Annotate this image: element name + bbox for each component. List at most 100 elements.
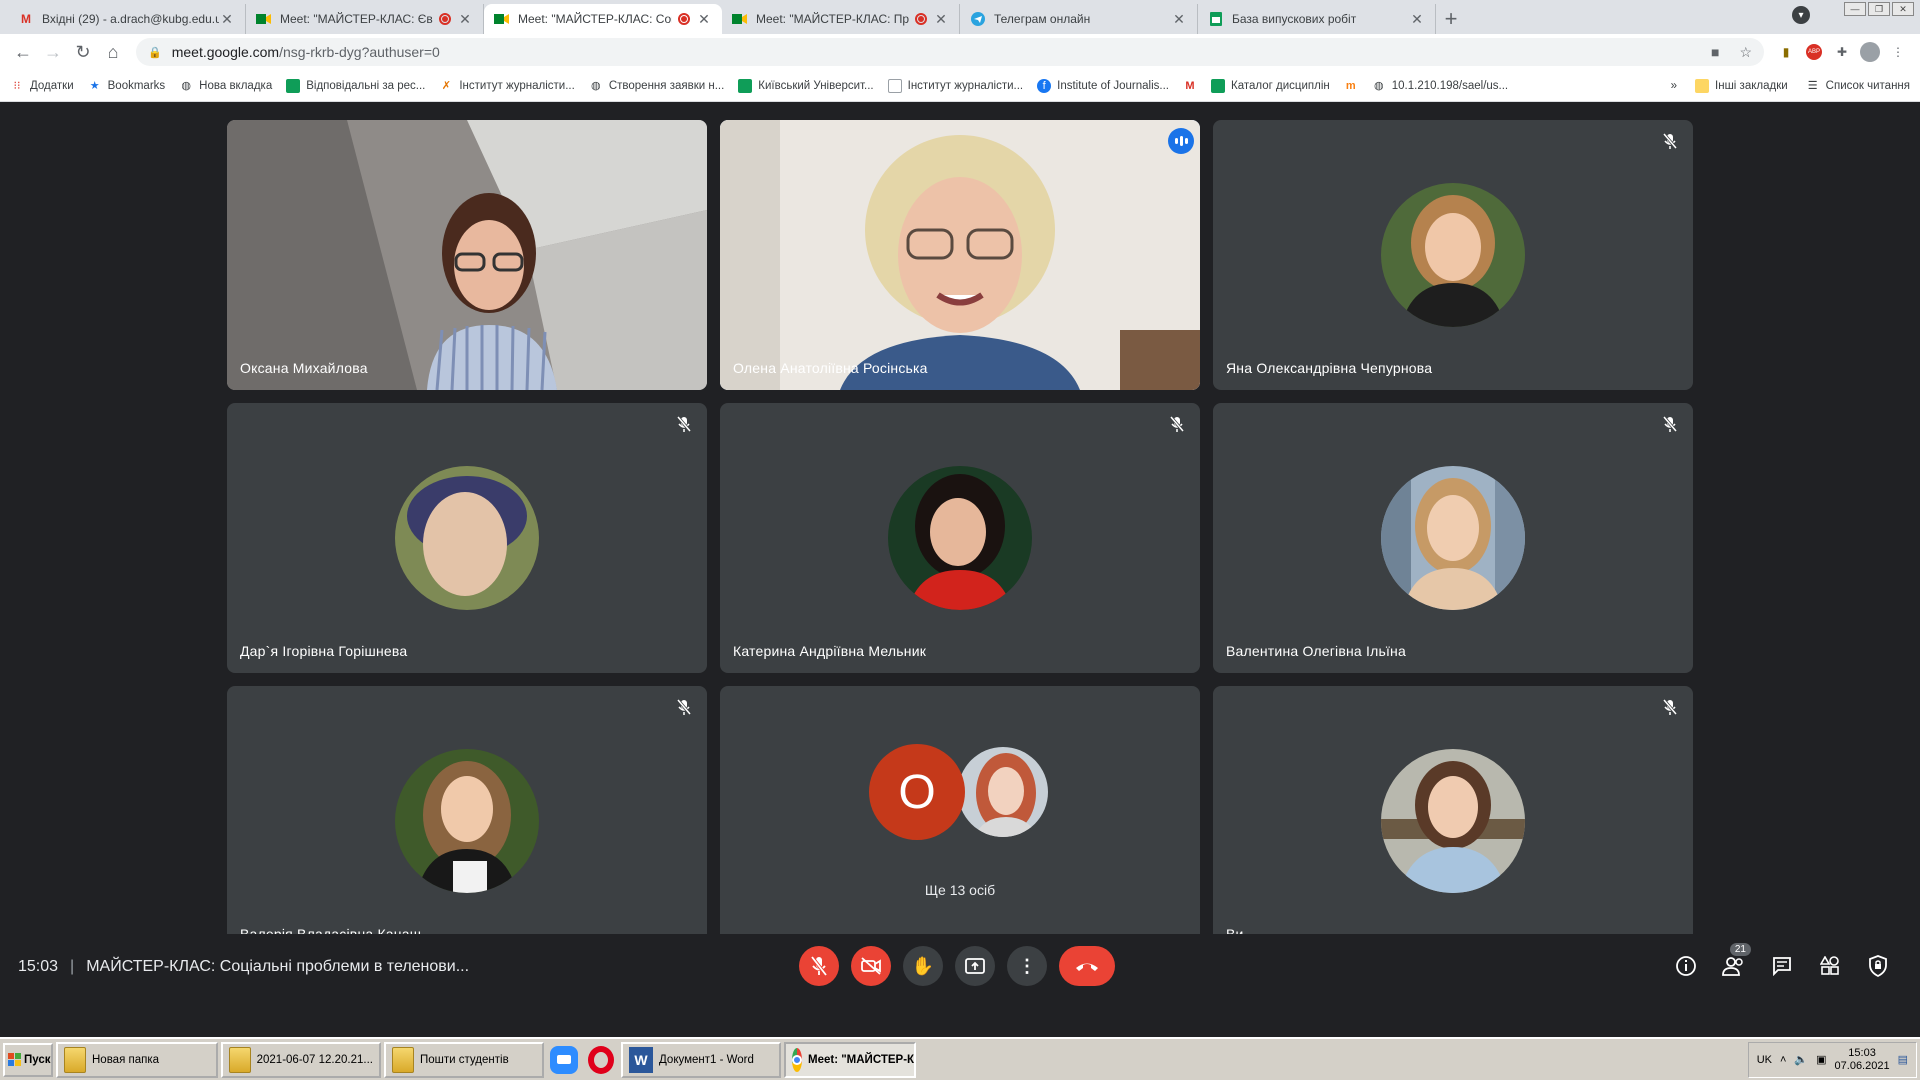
taskbar-item[interactable]: W Документ1 - Word: [621, 1041, 781, 1078]
mic-toggle-button[interactable]: [799, 946, 839, 986]
tab-gmail[interactable]: M Вхідні (29) - a.drach@kubg.edu.ua ✕: [8, 4, 246, 34]
bookmark-star-icon[interactable]: ☆: [1739, 44, 1752, 61]
other-bookmarks[interactable]: Інші закладки: [1695, 78, 1788, 93]
bookmark-institute-1[interactable]: ✗ Інститут журналісти...: [439, 79, 575, 93]
participant-tile[interactable]: Дар`я Ігорівна Горішнева: [227, 403, 707, 673]
more-options-button[interactable]: ⋮: [1007, 946, 1047, 986]
raise-hand-button[interactable]: ✋: [903, 946, 943, 986]
close-icon[interactable]: ✕: [1171, 11, 1187, 28]
clock[interactable]: 15:03 07.06.2021: [1835, 1047, 1890, 1073]
sheets-icon: [1211, 78, 1225, 93]
tab-meet-2[interactable]: Meet: "МАЙСТЕР-КЛАС: Соціа ✕: [484, 4, 722, 34]
reload-button[interactable]: ↻: [68, 37, 98, 67]
divider: |: [70, 958, 75, 975]
zoom-icon[interactable]: [547, 1043, 581, 1077]
folder-icon: [64, 1046, 86, 1073]
mic-off-icon: [1166, 413, 1188, 435]
bookmark-facebook[interactable]: f Institute of Journalis...: [1037, 78, 1169, 93]
participants-count-badge: 21: [1729, 943, 1751, 956]
minimize-button[interactable]: —: [1844, 2, 1866, 16]
participant-avatar: [1381, 183, 1525, 327]
bookmark-gmail[interactable]: M: [1183, 79, 1197, 93]
close-icon[interactable]: ✕: [219, 11, 235, 28]
close-icon[interactable]: ✕: [1409, 11, 1425, 28]
taskbar-item-active[interactable]: Meet: "МАЙСТЕР-К...: [784, 1041, 916, 1078]
back-button[interactable]: ←: [8, 37, 38, 67]
host-controls-button[interactable]: [1864, 952, 1892, 980]
shield-lock-icon: [1869, 955, 1887, 977]
clock-time: 15:03: [1848, 1046, 1876, 1059]
lock-icon[interactable]: 🔒: [148, 46, 162, 59]
facebook-icon: f: [1037, 78, 1052, 93]
language-indicator[interactable]: UK: [1757, 1054, 1772, 1066]
tab-telegram[interactable]: Телеграм онлайн ✕: [960, 4, 1198, 34]
participant-tile[interactable]: Катерина Андріївна Мельник: [720, 403, 1200, 673]
home-button[interactable]: ⌂: [98, 37, 128, 67]
new-tab-button[interactable]: +: [1436, 4, 1466, 34]
participants-button[interactable]: 21: [1720, 943, 1751, 980]
bookmark-catalog[interactable]: Каталог дисциплін: [1211, 78, 1330, 93]
mic-off-icon: [673, 413, 695, 435]
menu-kebab-icon[interactable]: ⋮: [1884, 38, 1912, 66]
network-icon[interactable]: ▣: [1816, 1053, 1826, 1066]
bookmark-kyiv-university[interactable]: Київський Університ...: [738, 78, 874, 93]
meeting-details-button[interactable]: [1672, 952, 1700, 980]
close-icon[interactable]: ✕: [933, 11, 949, 28]
gmail-icon: M: [1185, 79, 1195, 92]
present-button[interactable]: [955, 946, 995, 986]
close-icon[interactable]: ✕: [696, 11, 712, 28]
toolbar: ← → ↻ ⌂ 🔒 meet.google.com/nsg-rkrb-dyg?a…: [0, 34, 1920, 70]
tab-meet-3[interactable]: Meet: "МАЙСТЕР-КЛАС: Проє ✕: [722, 4, 960, 34]
bookmark-create-request[interactable]: ◍ Створення заявки н...: [589, 79, 724, 93]
tab-title: Вхідні (29) - a.drach@kubg.edu.ua: [42, 12, 219, 26]
participant-tile[interactable]: Валентина Олегівна Ільїна: [1213, 403, 1693, 673]
show-desktop-icon[interactable]: ▤: [1898, 1053, 1908, 1066]
tray-expand-icon[interactable]: ˄: [1780, 1054, 1786, 1066]
restore-button[interactable]: ❐: [1868, 2, 1890, 16]
participant-tile[interactable]: Оксана Михайлова: [227, 120, 707, 390]
meet-icon: [494, 11, 510, 27]
people-icon: [1722, 957, 1743, 976]
bookmark-new-tab[interactable]: ◍ Нова вкладка: [179, 79, 272, 93]
reading-list[interactable]: ☰ Список читання: [1806, 79, 1910, 93]
mic-off-icon: [673, 696, 695, 718]
participant-tile-active-speaker[interactable]: Олена Анатоліївна Росінська: [720, 120, 1200, 390]
bookmark-institute-2[interactable]: Інститут журналісти...: [887, 78, 1023, 93]
adblock-icon[interactable]: ABP: [1800, 38, 1828, 66]
taskbar-item[interactable]: Пошти студентів: [384, 1041, 544, 1078]
bookmarks-overflow-button[interactable]: »: [1671, 80, 1677, 92]
bookmark-moodle[interactable]: m: [1344, 79, 1358, 93]
participant-tile[interactable]: Яна Олександрівна Чепурнова: [1213, 120, 1693, 390]
bookmark-ip[interactable]: ◍ 10.1.210.198/sael/us...: [1372, 79, 1508, 93]
tab-meet-1[interactable]: Meet: "МАЙСТЕР-КЛАС: Європ ✕: [246, 4, 484, 34]
camera-off-icon: [861, 957, 881, 975]
tab-search-icon[interactable]: ▾: [1792, 6, 1810, 24]
opera-icon[interactable]: [584, 1043, 618, 1077]
leave-call-button[interactable]: [1059, 946, 1115, 986]
bookmark-responsible[interactable]: Відповідальні за рес...: [286, 78, 425, 93]
self-tile[interactable]: Ви: [1213, 686, 1693, 956]
taskbar-item[interactable]: 2021-06-07 12.20.21...: [221, 1041, 381, 1078]
meeting-info: 15:03 | МАЙСТЕР-КЛАС: Соціальні проблеми в…: [18, 958, 469, 976]
profile-avatar[interactable]: [1856, 38, 1884, 66]
participant-avatar: [955, 744, 1051, 840]
sheets-icon: [1208, 11, 1224, 27]
activities-button[interactable]: [1816, 952, 1844, 980]
close-window-button[interactable]: ✕: [1892, 2, 1914, 16]
chat-button[interactable]: [1768, 952, 1796, 980]
close-icon[interactable]: ✕: [457, 11, 473, 28]
extension-icon[interactable]: ▮: [1772, 38, 1800, 66]
volume-icon[interactable]: 🔈: [1794, 1053, 1808, 1066]
address-bar[interactable]: 🔒 meet.google.com/nsg-rkrb-dyg?authuser=…: [136, 38, 1764, 66]
bookmark-bookmarks[interactable]: ★ Bookmarks: [88, 79, 165, 93]
extensions-puzzle-icon[interactable]: ✚: [1828, 38, 1856, 66]
bookmark-apps[interactable]: ⁝⁝ Додатки: [10, 79, 74, 93]
camera-icon[interactable]: ■: [1711, 44, 1719, 61]
participant-tile[interactable]: Валерія Владасівна Канаш: [227, 686, 707, 956]
start-button[interactable]: Пуск: [3, 1042, 53, 1077]
taskbar-item[interactable]: Новая папка: [56, 1041, 218, 1078]
more-participants-tile[interactable]: О Ще 13 осіб: [720, 686, 1200, 956]
forward-button[interactable]: →: [38, 37, 68, 67]
tab-sheets[interactable]: База випускових робіт ✕: [1198, 4, 1436, 34]
camera-toggle-button[interactable]: [851, 946, 891, 986]
